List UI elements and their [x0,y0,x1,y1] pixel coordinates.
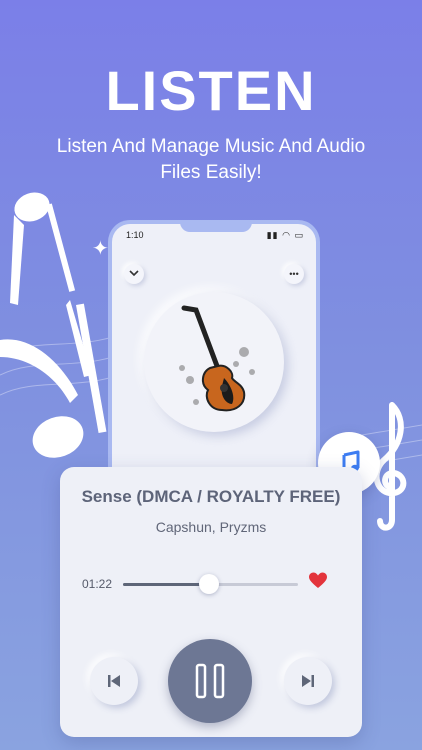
next-icon [302,675,314,687]
signal-icon: ▮▮ [266,230,279,240]
next-button[interactable] [284,657,332,705]
hero-subtitle: Listen And Manage Music And Audio Files … [56,136,366,183]
hero-title: LISTEN [105,59,317,122]
wifi-icon: ◠ [282,230,291,240]
pause-button[interactable] [168,639,252,723]
sparkle-icon: ✦ [92,238,109,260]
status-time: 1:10 [126,230,144,240]
battery-icon: ▭ [294,230,304,240]
guitar-artwork [179,305,255,412]
status-icons: ▮▮ ◠ ▭ [267,230,304,241]
progress-slider[interactable] [123,574,298,594]
previous-button[interactable] [90,657,138,705]
collapse-button[interactable] [124,264,144,284]
favorite-heart-icon[interactable] [308,571,328,591]
album-artwork [144,292,284,432]
progress-fill [123,583,209,586]
track-title: Sense (DMCA / ROYALTY FREE) [81,487,341,506]
chevron-down-icon [129,269,139,279]
previous-icon [108,675,120,687]
player-card: Sense (DMCA / ROYALTY FREE) Capshun, Pry… [60,467,362,737]
more-button[interactable]: ••• [284,264,304,284]
pause-icon [195,663,225,699]
progress-thumb[interactable] [198,574,219,594]
track-artist: Capshun, Pryzms [155,519,267,535]
elapsed-time: 01:22 [82,577,113,591]
more-icon: ••• [289,269,299,279]
phone-notch [180,224,252,232]
